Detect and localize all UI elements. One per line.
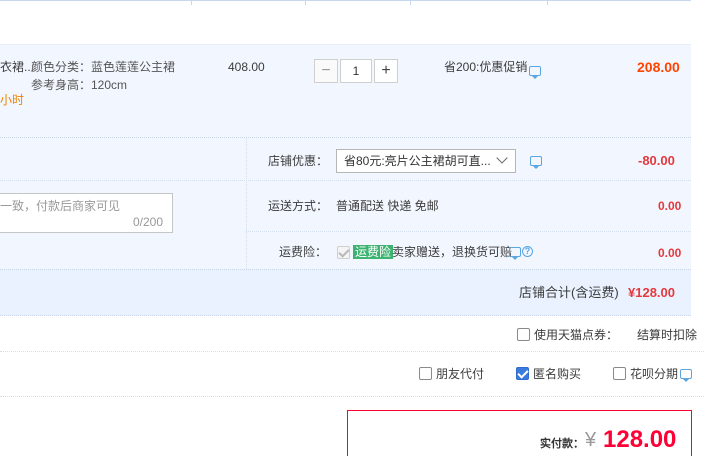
currency-symbol: ¥ xyxy=(585,429,597,451)
item-ship-time: 小时 xyxy=(0,93,25,107)
friend-pay-label[interactable]: 朋友代付 xyxy=(436,366,484,382)
shipping-method: 普通配送 快递 免邮 xyxy=(336,199,439,213)
insurance-checkbox xyxy=(337,246,350,259)
coupon-amount: -80.00 xyxy=(638,153,675,168)
insurance-amount: 0.00 xyxy=(658,246,682,260)
table-header-band xyxy=(0,0,691,44)
item-title[interactable]: 衣裙... xyxy=(0,59,34,75)
item-promo[interactable]: 省200:优惠促销 xyxy=(444,59,527,75)
column-separator xyxy=(410,1,411,5)
shipping-label: 运送方式： xyxy=(268,199,329,213)
chat-icon[interactable] xyxy=(530,156,542,169)
insurance-badge: 运费险 xyxy=(353,245,394,259)
use-points-checkbox[interactable] xyxy=(517,328,530,341)
item-height-spec: 参考身高：120cm xyxy=(31,78,128,92)
chat-icon[interactable] xyxy=(529,66,541,79)
coupon-selected-value: 省80元:亮片公主裙胡可直... xyxy=(344,154,491,168)
chat-icon[interactable] xyxy=(680,369,692,382)
huabei-installment-label[interactable]: 花呗分期 xyxy=(630,366,678,382)
insurance-label: 运费险： xyxy=(279,245,328,259)
chat-icon[interactable] xyxy=(509,247,521,260)
friend-pay-checkbox[interactable] xyxy=(419,367,432,380)
insurance-description: 卖家赠送，退换货可赔 xyxy=(392,245,513,259)
row-divider xyxy=(0,396,704,397)
anonymous-purchase-label[interactable]: 匿名购买 xyxy=(533,366,581,382)
coupon-select[interactable]: 省80元:亮片公主裙胡可直... xyxy=(336,149,516,173)
row-divider xyxy=(0,351,704,352)
row-divider xyxy=(0,180,691,181)
block-divider xyxy=(246,137,247,269)
item-color-spec: 颜色分类：蓝色莲莲公主裙 xyxy=(31,60,176,74)
column-separator xyxy=(191,1,192,5)
help-icon[interactable]: ? xyxy=(522,246,533,257)
payment-label: 实付款： xyxy=(540,438,584,450)
row-divider xyxy=(246,231,691,232)
shop-total-amount: ¥128.00 xyxy=(628,285,675,300)
shipping-amount: 0.00 xyxy=(658,199,682,213)
column-separator xyxy=(305,1,306,5)
points-deduct-note: 结算时扣除 xyxy=(637,328,698,342)
quantity-plus-button[interactable]: + xyxy=(374,59,398,83)
buyer-message-placeholder: 一致，付款后商家可见 xyxy=(0,199,121,213)
huabei-installment-checkbox[interactable] xyxy=(613,367,626,380)
buyer-message-counter: 0/200 xyxy=(133,215,164,229)
column-separator xyxy=(547,1,548,5)
quantity-input[interactable]: 1 xyxy=(340,59,372,83)
anonymous-purchase-checkbox[interactable] xyxy=(516,367,529,380)
item-subtotal: 208.00 xyxy=(637,59,680,75)
item-unit-price: 408.00 xyxy=(228,60,265,74)
coupon-label: 店铺优惠： xyxy=(268,154,329,168)
payment-amount: 128.00 xyxy=(603,426,677,453)
quantity-minus-button[interactable]: − xyxy=(314,59,338,83)
use-points-label[interactable]: 使用天猫点券： xyxy=(534,327,618,343)
shop-total-label: 店铺合计(含运费) xyxy=(519,285,619,300)
